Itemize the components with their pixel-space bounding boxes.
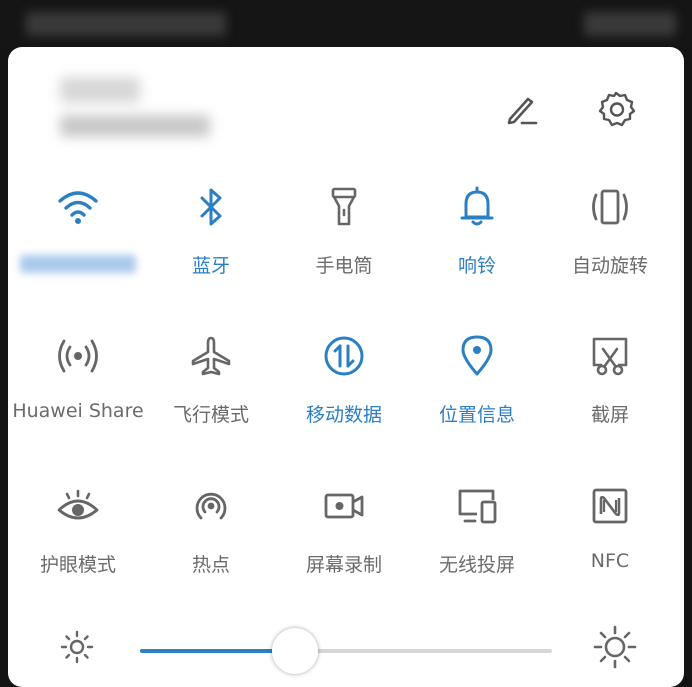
header-blurred-text-1 <box>60 77 140 103</box>
bluetooth-icon <box>185 181 237 233</box>
tile-screen-record-label: 屏幕录制 <box>305 554 382 576</box>
gear-icon <box>598 91 636 127</box>
airplane-icon <box>185 330 237 382</box>
tile-bluetooth[interactable]: 蓝牙 <box>144 179 278 309</box>
tile-nfc[interactable]: NFC <box>543 478 677 608</box>
tile-mobile-data[interactable]: 移动数据 <box>277 328 411 458</box>
tile-hotspot-label: 热点 <box>191 554 230 576</box>
rotate-icon <box>584 181 636 233</box>
pencil-icon <box>507 97 538 125</box>
nfc-icon <box>584 480 636 532</box>
tile-eye-comfort[interactable]: 护眼模式 <box>11 478 145 608</box>
header-blurred-text-2 <box>60 115 210 137</box>
tile-mobile-data-label: 移动数据 <box>305 404 382 426</box>
tile-eye-comfort-label: 护眼模式 <box>39 554 116 576</box>
wifi-icon <box>52 181 104 233</box>
tile-autorotate[interactable]: 自动旋转 <box>543 179 677 309</box>
cast-screen-icon <box>451 480 503 532</box>
tile-autorotate-label: 自动旋转 <box>571 255 648 277</box>
tile-airplane[interactable]: 飞行模式 <box>144 328 278 458</box>
tile-wifi[interactable] <box>11 179 145 309</box>
tile-screenshot[interactable]: 截屏 <box>543 328 677 458</box>
brightness-slider-thumb[interactable] <box>272 628 318 674</box>
tile-wireless-projection-label: 无线投屏 <box>438 554 515 576</box>
tile-screenshot-label: 截屏 <box>590 404 629 426</box>
tile-huawei-share[interactable]: Huawei Share <box>11 328 145 458</box>
hotspot-icon <box>185 480 237 532</box>
screenshot-scissors-icon <box>584 330 636 382</box>
tile-hotspot[interactable]: 热点 <box>144 478 278 608</box>
video-camera-icon <box>318 480 370 532</box>
tile-huawei-share-label: Huawei Share <box>12 400 144 422</box>
flashlight-icon <box>318 181 370 233</box>
huawei-share-icon <box>52 330 104 382</box>
status-bar-right-blurred <box>584 12 676 36</box>
tile-flashlight[interactable]: 手电筒 <box>277 179 411 309</box>
eye-icon <box>52 480 104 532</box>
tile-wifi-label <box>20 255 136 273</box>
brightness-track-empty[interactable] <box>294 649 552 653</box>
tile-flashlight-label: 手电筒 <box>315 255 373 277</box>
tile-bluetooth-label: 蓝牙 <box>191 255 230 277</box>
bell-icon <box>451 181 503 233</box>
mobile-data-icon <box>318 330 370 382</box>
brightness-track-filled <box>140 649 294 653</box>
tile-wireless-projection[interactable]: 无线投屏 <box>410 478 544 608</box>
tile-nfc-label: NFC <box>590 550 630 572</box>
tile-location-label: 位置信息 <box>438 404 515 426</box>
sun-small-icon <box>58 628 96 666</box>
tile-airplane-label: 飞行模式 <box>172 404 249 426</box>
edit-button[interactable] <box>500 87 544 131</box>
sun-large-icon <box>592 624 638 670</box>
tile-ringer-label: 响铃 <box>457 255 496 277</box>
settings-button[interactable] <box>594 87 638 131</box>
tile-ringer[interactable]: 响铃 <box>410 179 544 309</box>
status-bar <box>0 0 692 48</box>
tile-location[interactable]: 位置信息 <box>410 328 544 458</box>
status-bar-left-blurred <box>26 12 226 36</box>
location-pin-icon <box>451 330 503 382</box>
quick-settings-panel: 蓝牙 手电筒 响铃 自动旋转 Huawei Share 飞行模式 移动数据 位置… <box>0 47 684 687</box>
tile-screen-record[interactable]: 屏幕录制 <box>277 478 411 608</box>
